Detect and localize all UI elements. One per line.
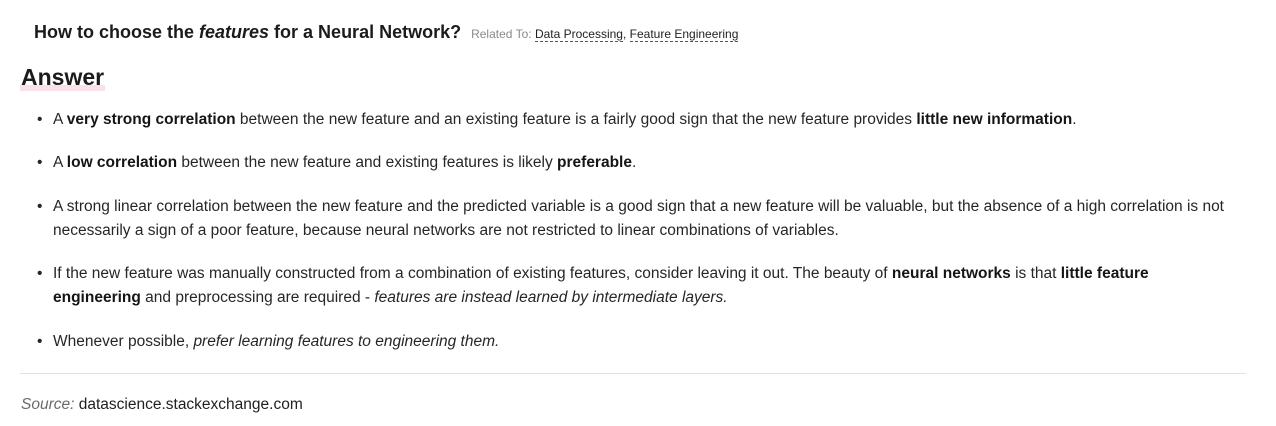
bullet-icon: • xyxy=(37,198,43,215)
item-text: . xyxy=(631,154,637,171)
bullet-icon: • xyxy=(37,111,43,128)
question-title-text-end: for a Neural Network? xyxy=(269,22,462,42)
related-link-data-processing[interactable]: Data Processing xyxy=(534,27,623,42)
related-separator: , xyxy=(622,27,630,41)
item-text: between the new feature and existing fea… xyxy=(177,154,558,171)
list-item: • A very strong correlation between the n… xyxy=(35,108,1235,132)
list-item: • If the new feature was manually constru… xyxy=(35,262,1235,310)
item-text: . xyxy=(1072,111,1077,128)
bullet-icon: • xyxy=(37,333,43,350)
list-item: • A strong linear correlation between the… xyxy=(35,195,1235,243)
list-item: • Whenever possible, prefer learning feat… xyxy=(35,330,1235,354)
source-label: Source: xyxy=(21,396,75,413)
question-title-emphasis: features xyxy=(199,22,270,42)
item-text: Whenever possible, xyxy=(53,333,194,350)
item-text: If the new feature was manually construc… xyxy=(53,265,892,282)
question-title: How to choose the features for a Neural … xyxy=(34,22,461,43)
item-italic-text: features are instead learned by intermed… xyxy=(374,289,728,306)
item-bold-text: neural networks xyxy=(891,265,1011,282)
related-label: Related To: xyxy=(471,27,532,41)
related-topics: Related To: Data Processing, Feature Eng… xyxy=(471,27,739,42)
item-text: between the new feature and an existing … xyxy=(235,111,917,128)
item-text: A xyxy=(53,154,67,171)
bullet-icon: • xyxy=(37,154,43,171)
source-value: datascience.stackexchange.com xyxy=(74,396,303,413)
source-line: Source: datascience.stackexchange.com xyxy=(21,396,303,414)
answer-list: • A very strong correlation between the n… xyxy=(35,108,1235,354)
item-bold-text: little new information xyxy=(916,111,1073,128)
item-text: A strong linear correlation between the … xyxy=(53,198,1224,239)
item-bold-text: preferable xyxy=(557,154,632,171)
item-text: A xyxy=(53,111,67,128)
related-link-feature-engineering[interactable]: Feature Engineering xyxy=(629,27,739,42)
item-bold-text: low correlation xyxy=(66,154,178,171)
bullet-icon: • xyxy=(37,265,43,282)
answer-heading: Answer xyxy=(20,64,106,91)
list-item: • A low correlation between the new featu… xyxy=(35,151,1235,175)
item-text: is that xyxy=(1010,265,1061,282)
question-header: How to choose the features for a Neural … xyxy=(34,22,739,43)
divider xyxy=(20,373,1246,374)
item-bold-text: very strong correlation xyxy=(66,111,236,128)
item-text: and preprocessing are required - xyxy=(140,289,375,306)
question-title-text: How to choose the xyxy=(34,22,200,42)
item-italic-text: prefer learning features to engineering … xyxy=(193,333,500,350)
